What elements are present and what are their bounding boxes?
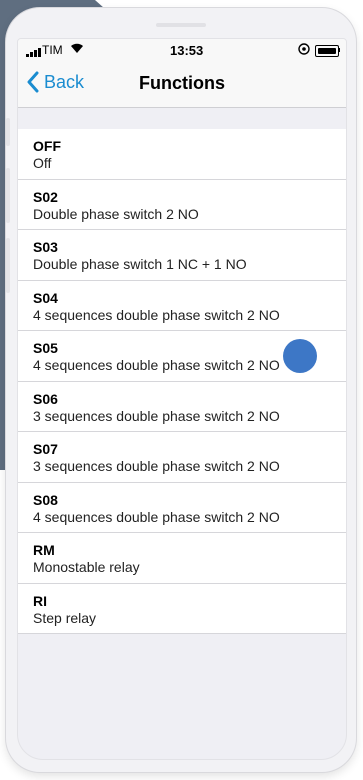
list-item[interactable]: S08 4 sequences double phase switch 2 NO xyxy=(18,483,346,533)
function-description: 4 sequences double phase switch 2 NO xyxy=(33,306,280,323)
navigation-bar: Back Functions xyxy=(18,61,346,108)
function-description: 3 sequences double phase switch 2 NO xyxy=(33,458,280,474)
list-item[interactable]: OFF Off xyxy=(18,129,346,180)
function-description: 3 sequences double phase switch 2 NO xyxy=(33,407,280,424)
function-code: S03 xyxy=(33,239,58,255)
carrier-label: TIM xyxy=(42,43,63,57)
function-code: RM xyxy=(33,542,55,558)
list-item[interactable]: S03 Double phase switch 1 NC + 1 NO xyxy=(18,230,346,281)
phone-frame: TIM 13:53 Back Functions OFF Off S02 Dou… xyxy=(6,8,356,772)
function-code: S02 xyxy=(33,188,58,205)
list-item[interactable]: RM Monostable relay xyxy=(18,533,346,584)
function-description: Off xyxy=(33,155,52,171)
list-item[interactable]: S06 3 sequences double phase switch 2 NO xyxy=(18,382,346,432)
list-item[interactable]: RI Step relay xyxy=(18,584,346,634)
function-list: OFF Off S02 Double phase switch 2 NO S03… xyxy=(18,129,346,634)
signal-icon xyxy=(26,48,41,57)
function-code: S04 xyxy=(33,289,58,306)
screen: TIM 13:53 Back Functions OFF Off S02 Dou… xyxy=(17,38,347,760)
phone-side-button xyxy=(6,168,10,223)
status-time: 13:53 xyxy=(170,43,204,58)
function-code: S07 xyxy=(33,441,58,457)
function-code: OFF xyxy=(33,138,61,154)
phone-side-button xyxy=(6,118,10,146)
function-description: Double phase switch 2 NO xyxy=(33,205,199,222)
function-description: Step relay xyxy=(33,609,97,626)
function-description: Double phase switch 1 NC + 1 NO xyxy=(33,256,247,272)
function-code: S06 xyxy=(33,390,58,407)
battery-tip xyxy=(338,48,340,52)
list-item[interactable]: S02 Double phase switch 2 NO xyxy=(18,180,346,230)
list-item[interactable]: S07 3 sequences double phase switch 2 NO xyxy=(18,432,346,483)
page-title: Functions xyxy=(139,73,225,93)
function-description: 4 sequences double phase switch 2 NO xyxy=(33,508,280,525)
phone-side-button xyxy=(6,238,10,293)
touch-indicator xyxy=(283,339,317,373)
list-item[interactable]: S04 4 sequences double phase switch 2 NO xyxy=(18,281,346,331)
status-bar: TIM 13:53 xyxy=(18,39,346,61)
phone-speaker xyxy=(156,23,206,27)
function-code: S08 xyxy=(33,491,58,508)
battery-icon xyxy=(315,45,339,57)
function-description: Monostable relay xyxy=(33,559,140,575)
wifi-icon xyxy=(70,42,84,57)
orientation-lock-icon xyxy=(298,43,310,58)
function-code: RI xyxy=(33,592,47,609)
